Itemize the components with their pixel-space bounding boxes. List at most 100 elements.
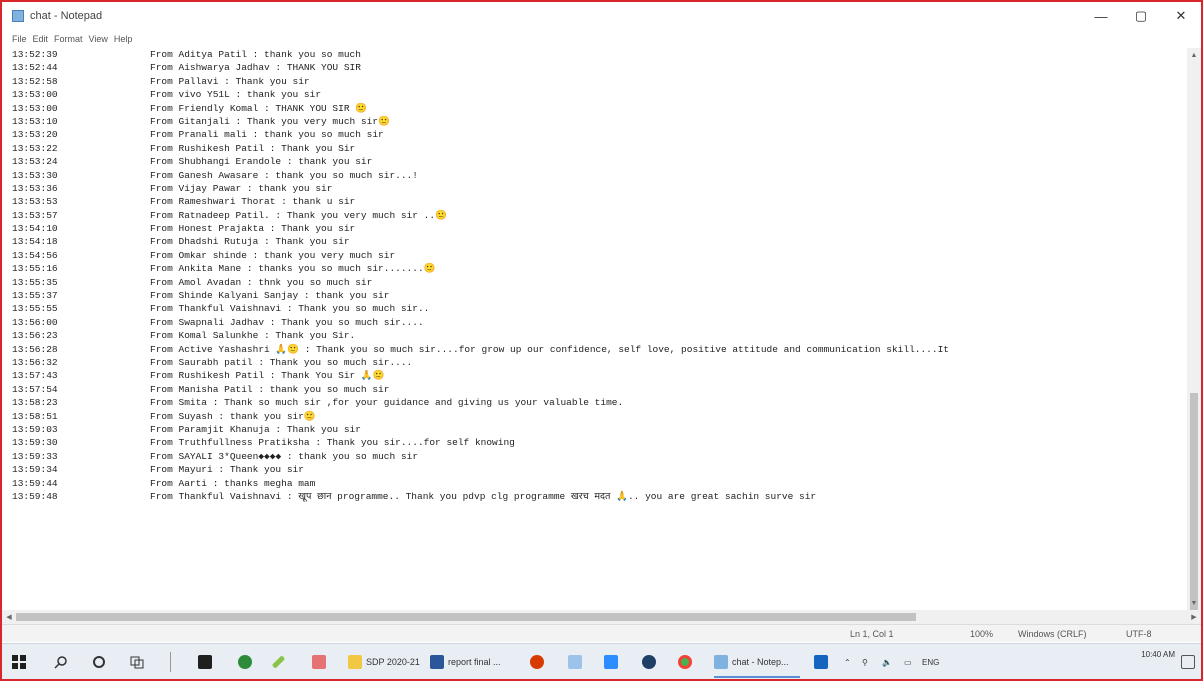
taskbar-word-report[interactable]: report final ... [430,644,516,680]
chat-message: From Swapnali Jadhav : Thank you so much… [150,316,424,328]
timestamp: 13:52:44 [12,62,58,74]
horizontal-scrollbar[interactable]: ◀ ▶ [2,610,1201,624]
chat-message: From Rushikesh Patil : Thank you Sir [150,142,356,154]
chat-line: 13:59:33 From SAYALI 3*Queen◆◆◆◆ : thank … [2,450,1185,463]
chat-message: From Truthfullness Pratiksha : Thank you… [150,437,515,449]
volume-icon[interactable]: 🔈 [882,644,892,680]
chat-message: From Ankita Mane : thanks you so much si… [150,263,436,275]
chat-line: 13:52:39 From Aditya Patil : thank you so… [2,48,1185,61]
chat-line: 13:53:53 From Rameshwari Thorat : thank u… [2,195,1185,208]
chat-message: From Honest Prajakta : Thank you sir [150,223,356,235]
menu-help[interactable]: Help [114,34,133,44]
chat-line: 13:55:55 From Thankful Vaishnavi : Thank … [2,302,1185,315]
timestamp: 13:57:43 [12,370,58,382]
timestamp: 13:53:30 [12,169,58,181]
timestamp: 13:54:56 [12,249,58,261]
menu-format[interactable]: Format [54,34,83,44]
cursor-position: Ln 1, Col 1 [850,629,894,639]
windows-start-icon[interactable] [12,644,26,680]
notifications-icon[interactable] [1181,644,1195,680]
chat-line: 13:53:24 From Shubhangi Erandole : thank … [2,155,1185,168]
app-blue-icon[interactable] [814,644,828,680]
timestamp: 13:55:37 [12,290,58,302]
timestamp: 13:53:36 [12,182,58,194]
text-editor-area[interactable]: 13:52:39 From Aditya Patil : thank you so… [2,48,1185,610]
timestamp: 13:54:10 [12,223,58,235]
menu-edit[interactable]: Edit [33,34,49,44]
horizontal-scroll-thumb[interactable] [16,613,916,621]
chat-line: 13:56:28 From Active Yashashri 🙏🙂 : Thank… [2,343,1185,356]
chat-message: From Rameshwari Thorat : thank u sir [150,196,356,208]
taskbar-notepad[interactable]: chat - Notep... [714,644,800,680]
chat-line: 13:53:10 From Gitanjali : Thank you very … [2,115,1185,128]
chat-line: 13:59:03 From Paramjit Khanuja : Thank yo… [2,423,1185,436]
timestamp: 13:58:51 [12,410,58,422]
scroll-left-icon[interactable]: ◀ [2,610,16,624]
title-bar: chat - Notepad — ▢ ✕ [2,2,1201,30]
chat-line: 13:53:22 From Rushikesh Patil : Thank you… [2,142,1185,155]
chat-message: From Active Yashashri 🙏🙂 : Thank you so … [150,343,949,355]
chat-message: From Pranali mali : thank you so much si… [150,129,384,141]
chat-line: 13:53:00 From vivo Y51L : thank you sir [2,88,1185,101]
scroll-up-icon[interactable]: ▲ [1187,48,1201,62]
chat-line: 13:56:32 From Saurabh patil : Thank you s… [2,356,1185,369]
zoom-app-icon[interactable] [604,644,618,680]
chat-message: From Thankful Vaishnavi : खूप छान progra… [150,490,817,502]
app-red-icon[interactable] [530,644,544,680]
chat-message: From Aishwarya Jadhav : THANK YOU SIR [150,62,361,74]
chat-line: 13:58:23 From Smita : Thank so much sir ,… [2,396,1185,409]
tray-up-icon[interactable]: ⌃ [844,644,851,680]
chrome-icon[interactable] [678,644,692,680]
chat-message: From Vijay Pawar : thank you sir [150,182,333,194]
scroll-down-icon[interactable]: ▼ [1187,596,1201,610]
chat-message: From Thankful Vaishnavi : Thank you so m… [150,303,430,315]
chat-message: From Paramjit Khanuja : Thank you sir [150,423,361,435]
taskbar-sdp-folder[interactable]: SDP 2020-21 [348,644,420,680]
chat-message: From Dhadshi Rutuja : Thank you sir [150,236,350,248]
active-indicator [714,676,800,678]
chat-line: 13:52:58 From Pallavi : Thank you sir [2,75,1185,88]
paint-app-icon[interactable] [312,644,326,680]
chat-line: 13:53:00 From Friendly Komal : THANK YOU … [2,102,1185,115]
vertical-scrollbar[interactable]: ▲ ▼ [1187,48,1201,613]
timestamp: 13:53:00 [12,102,58,114]
timestamp: 13:53:10 [12,115,58,127]
system-clock[interactable]: 10:40 AM [1141,649,1175,661]
zoom-level: 100% [970,629,994,639]
network-icon[interactable]: ⚲ [862,644,868,680]
cortana-circle-icon[interactable] [92,644,106,680]
menu-file[interactable]: File [12,34,27,44]
chat-message: From Saurabh patil : Thank you so much s… [150,356,413,368]
timestamp: 13:53:00 [12,89,58,101]
vertical-scroll-thumb[interactable] [1190,393,1198,613]
report-label: report final ... [448,657,501,667]
chat-line: 13:52:44 From Aishwarya Jadhav : THANK YO… [2,61,1185,74]
timestamp: 13:59:48 [12,490,58,502]
chat-line: 13:54:56 From Omkar shinde : thank you ve… [2,249,1185,262]
task-view-icon[interactable] [130,644,144,680]
timestamp: 13:59:30 [12,437,58,449]
search-icon[interactable] [54,644,68,680]
maximize-button[interactable]: ▢ [1121,2,1161,30]
chat-line: 13:55:16 From Ankita Mane : thanks you so… [2,262,1185,275]
timestamp: 13:53:20 [12,129,58,141]
pen-app-icon[interactable] [271,644,286,680]
app-ball-icon[interactable] [642,644,656,680]
minimize-button[interactable]: — [1081,2,1121,30]
close-button[interactable]: ✕ [1161,2,1201,30]
timestamp: 13:58:23 [12,397,58,409]
chat-message: From Pallavi : Thank you sir [150,75,310,87]
language-indicator[interactable]: ENG [922,644,939,680]
app-shield-icon[interactable] [568,644,582,680]
battery-icon[interactable]: ▭ [904,644,912,680]
scroll-right-icon[interactable]: ▶ [1187,610,1201,624]
chat-message: From Aditya Patil : thank you so much [150,49,361,60]
chat-line: 13:54:10 From Honest Prajakta : Thank you… [2,222,1185,235]
menu-view[interactable]: View [89,34,108,44]
store-icon[interactable] [198,644,212,680]
timestamp: 13:55:55 [12,303,58,315]
taskbar: SDP 2020-21 report final ... chat - Note… [2,643,1201,679]
timestamp: 13:56:32 [12,356,58,368]
timestamp: 13:56:00 [12,316,58,328]
app-green-icon[interactable] [238,644,252,680]
